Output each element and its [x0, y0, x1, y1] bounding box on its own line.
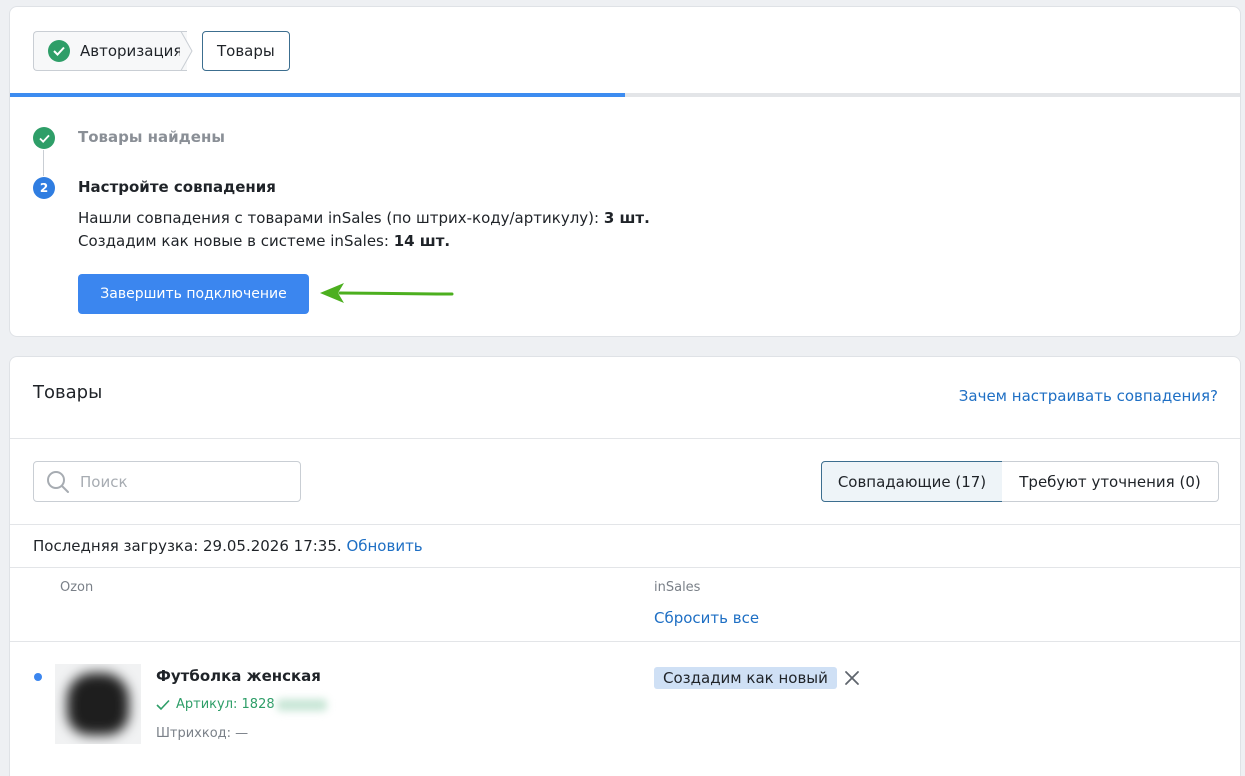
product-barcode: Штрихкод: — [156, 726, 249, 741]
product-name: Футболка женская [156, 667, 321, 685]
check-icon [48, 40, 70, 62]
products-card: Товары Зачем настраивать совпадения? Сов… [9, 356, 1241, 776]
finish-connection-button[interactable]: Завершить подключение [78, 274, 309, 314]
breadcrumb-chevron-icon [180, 31, 193, 71]
reset-all-link[interactable]: Сбросить все [654, 609, 759, 627]
step-authorization[interactable]: Авторизация [33, 31, 187, 71]
unread-dot-icon [34, 673, 42, 681]
step-authorization-label: Авторизация [80, 42, 183, 60]
divider [10, 567, 1240, 568]
step-products-label: Товары [217, 42, 275, 60]
refresh-link[interactable]: Обновить [346, 537, 422, 555]
new-count: 14 шт. [393, 232, 451, 250]
divider [10, 438, 1240, 439]
search-input[interactable] [78, 471, 282, 492]
check-icon [156, 699, 170, 710]
product-sku-label: Артикул: 1828 [176, 697, 275, 712]
matched-summary: Нашли совпадения с товарами inSales (по … [78, 209, 650, 227]
progress-bar-fill [10, 93, 625, 97]
products-title: Товары [33, 382, 103, 403]
column-header-ozon: Ozon [60, 580, 94, 595]
step-products-found-label: Товары найдены [78, 128, 225, 146]
matched-summary-text: Нашли совпадения с товарами inSales (по … [78, 209, 604, 227]
divider [10, 641, 1240, 642]
search-field[interactable] [33, 461, 301, 502]
arrow-left-icon [320, 283, 454, 303]
matched-count: 3 шт. [603, 209, 650, 227]
new-summary: Создадим как новые в системе inSales: 14… [78, 232, 450, 250]
close-icon[interactable] [843, 669, 861, 687]
product-sku: Артикул: 1828 [156, 697, 327, 712]
step-connector [43, 150, 44, 176]
why-configure-link[interactable]: Зачем настраивать совпадения? [959, 387, 1218, 405]
onboarding-card: Авторизация Товары 2 Товары найдены Наст… [9, 6, 1241, 337]
search-icon [47, 470, 69, 493]
step-done-icon [33, 127, 55, 149]
new-summary-text: Создадим как новые в системе inSales: [78, 232, 394, 250]
divider [10, 524, 1240, 525]
create-new-badge: Создадим как новый [654, 667, 837, 689]
progress-bar [10, 93, 1240, 97]
last-load-info: Последняя загрузка: 29.05.2026 17:35. Об… [33, 537, 423, 555]
step-number-badge: 2 [33, 177, 55, 199]
redacted-sku [276, 698, 327, 711]
tab-need-clarification[interactable]: Требуют уточнения (0) [1002, 461, 1219, 502]
last-load-text: Последняя загрузка: 29.05.2026 17:35. [33, 537, 347, 555]
product-thumbnail [55, 664, 141, 744]
column-header-insales: inSales [654, 580, 701, 595]
tab-matching[interactable]: Совпадающие (17) [821, 461, 1003, 502]
step-configure-matches-label: Настройте совпадения [78, 178, 276, 196]
step-products[interactable]: Товары [202, 31, 290, 71]
